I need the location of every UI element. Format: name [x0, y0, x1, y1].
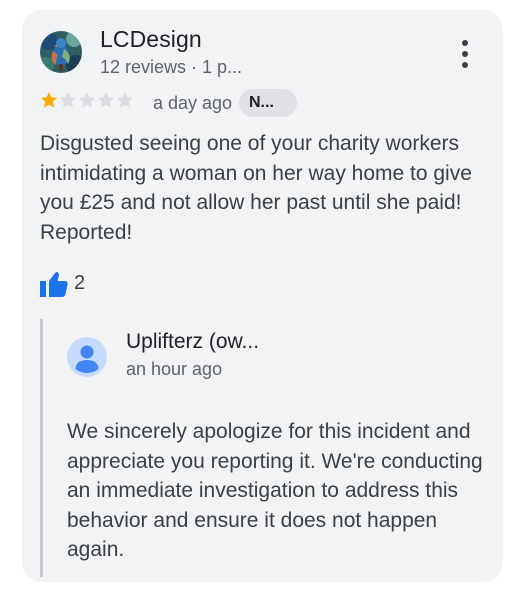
star-filled-icon: [40, 92, 58, 108]
review-text: Disgusted seeing one of your charity wor…: [40, 132, 472, 244]
review-card: LCDesign 12 reviews · 1 p... a day ago N…: [22, 10, 503, 582]
star-empty-icon: [116, 92, 134, 108]
reviewer-avatar[interactable]: [40, 31, 82, 73]
more-options-button[interactable]: [456, 40, 474, 70]
reply-time: an hour ago: [126, 359, 223, 379]
reply-author-name[interactable]: Uplifterz (ow...: [126, 330, 259, 354]
more-vert-icon: [462, 40, 468, 46]
reply-divider: [40, 319, 43, 577]
star-empty-icon: [78, 92, 96, 108]
star-empty-icon: [59, 92, 77, 108]
review-badge-chip[interactable]: N...: [239, 89, 297, 117]
reviewer-meta: 12 reviews · 1 p...: [100, 57, 243, 77]
default-person-avatar-icon[interactable]: [67, 337, 107, 377]
review-time: a day ago: [153, 93, 233, 113]
thumb-up-icon[interactable]: [40, 271, 68, 297]
reply-text: We sincerely apologize for this incident…: [67, 420, 483, 561]
reviewer-name[interactable]: LCDesign: [100, 26, 202, 53]
star-rating: [40, 91, 134, 109]
more-vert-dot: [462, 62, 468, 68]
more-vert-dot: [462, 51, 468, 57]
star-empty-icon: [97, 92, 115, 108]
like-count: 2: [74, 272, 86, 294]
